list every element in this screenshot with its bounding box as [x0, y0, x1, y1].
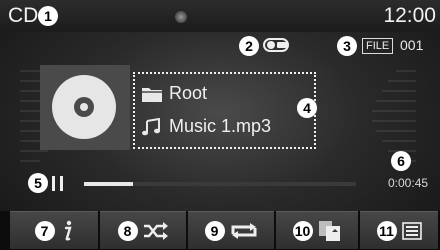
repeat-button[interactable]: 9: [188, 211, 274, 249]
file-number: 001: [400, 37, 424, 53]
callout-4: 4: [297, 98, 317, 118]
callout-3: 3: [337, 36, 357, 56]
folder-name: Root: [169, 83, 208, 103]
shuffle-icon: [143, 221, 168, 240]
folder-row: Root: [141, 83, 207, 104]
info-button[interactable]: 7: [10, 211, 98, 249]
disc-indicator-icon: [175, 11, 187, 23]
callout-6: 6: [391, 151, 411, 171]
callout-10: 10: [292, 220, 313, 241]
copy-button[interactable]: 10: [276, 211, 358, 249]
track-info-box: Root Music 1.mp3: [133, 72, 316, 149]
callout-11: 11: [376, 220, 397, 241]
file-badge: FILE: [362, 38, 394, 54]
status-bar: CD 1 12:00: [0, 0, 440, 32]
clock: 12:00: [383, 4, 436, 27]
disc-loaded-icon: [263, 38, 289, 52]
folder-icon: [142, 87, 162, 102]
callout-9: 9: [204, 220, 225, 241]
repeat-icon: [231, 222, 256, 239]
callout-5: 5: [28, 173, 48, 193]
song-row: Music 1.mp3: [141, 116, 271, 137]
callout-2: 2: [239, 36, 259, 56]
info-icon: [64, 220, 72, 241]
list-icon: [401, 221, 422, 240]
music-note-icon: [142, 117, 160, 135]
progress-bar[interactable]: [84, 182, 356, 186]
callout-1: 1: [38, 6, 58, 26]
button-bar: 7 8 9 10 11: [0, 211, 440, 250]
callout-8: 8: [117, 220, 138, 241]
callout-7: 7: [34, 220, 55, 241]
elapsed-time: 0:00:45: [388, 176, 429, 190]
audio-screen: CD 1 12:00 2 3 FILE 001 Root Music 1.mp3…: [0, 0, 440, 250]
copy-icon: [318, 220, 340, 241]
song-title: Music 1.mp3: [169, 116, 272, 136]
pause-icon[interactable]: [52, 176, 64, 191]
shuffle-button[interactable]: 8: [100, 211, 186, 249]
progress-fill: [84, 182, 133, 186]
cd-disc-icon: [52, 75, 116, 139]
list-button[interactable]: 11: [360, 211, 438, 249]
source-label: CD: [8, 4, 39, 27]
